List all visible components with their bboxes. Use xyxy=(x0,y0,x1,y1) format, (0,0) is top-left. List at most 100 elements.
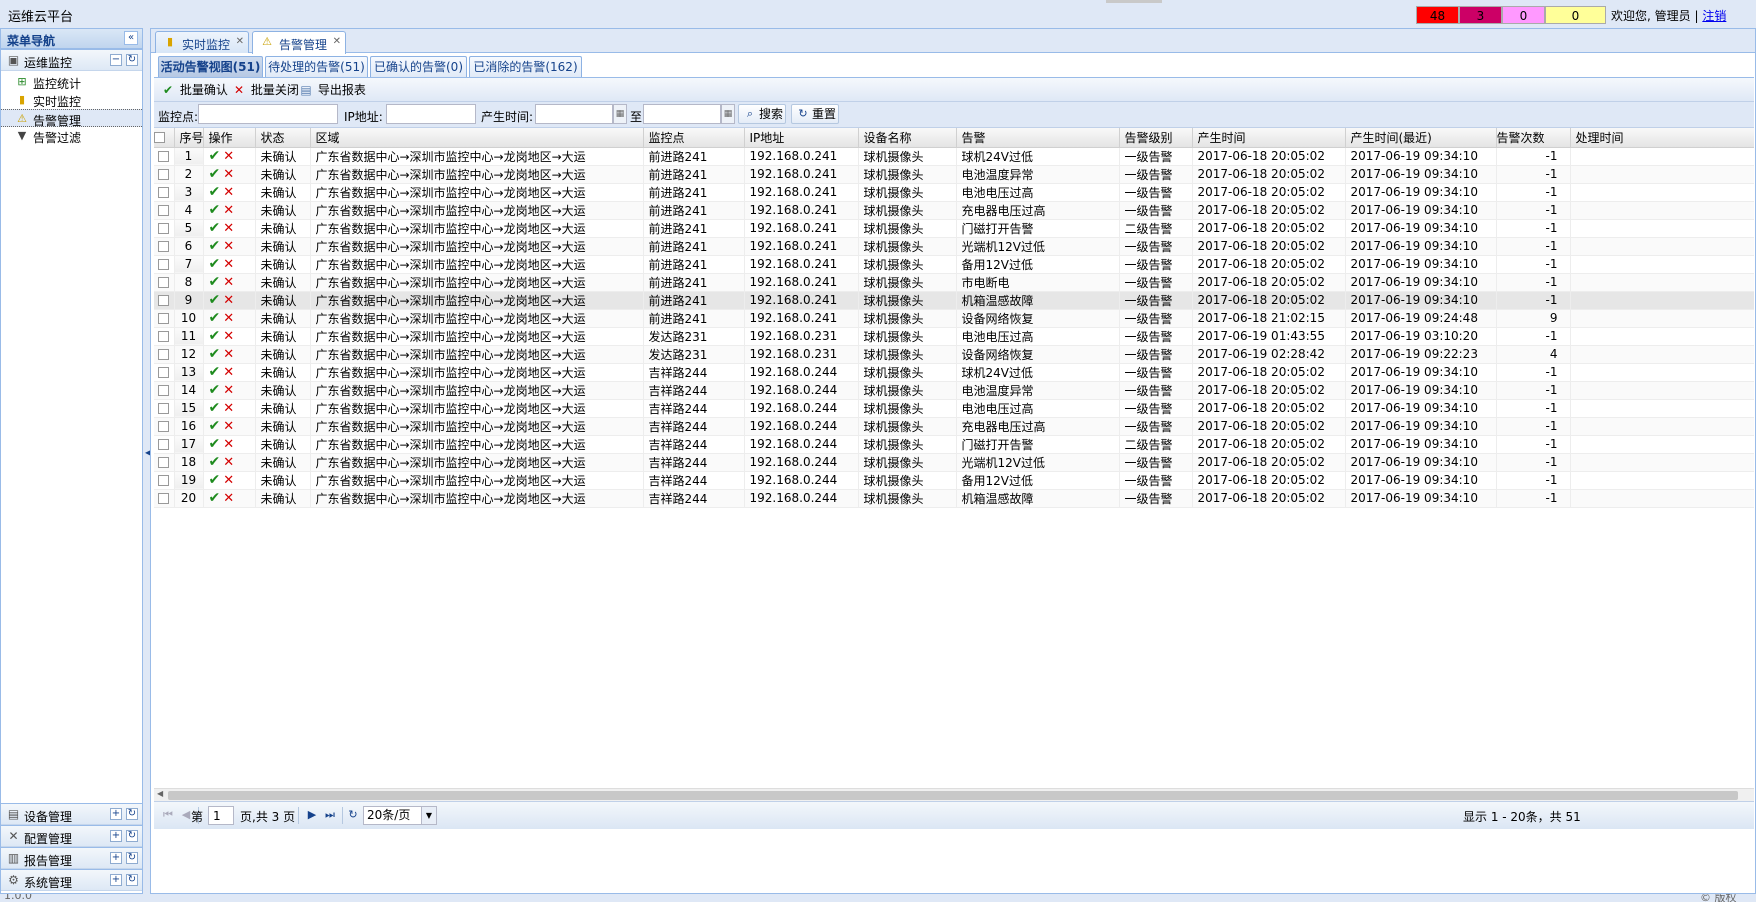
calendar-icon[interactable]: ▦ xyxy=(721,104,735,124)
confirm-check-icon[interactable]: ✔ xyxy=(209,274,221,290)
collapse-sidebar-icon[interactable]: « xyxy=(124,31,138,45)
batch-close-button[interactable]: ✕ 批量关闭 xyxy=(231,81,299,99)
sidebar-splitter[interactable] xyxy=(143,28,150,894)
time-from-input[interactable] xyxy=(535,104,613,124)
close-x-icon[interactable]: ✕ xyxy=(223,491,234,506)
close-x-icon[interactable]: ✕ xyxy=(223,347,234,362)
confirm-check-icon[interactable]: ✔ xyxy=(209,382,221,398)
confirm-check-icon[interactable]: ✔ xyxy=(209,418,221,434)
row-checkbox[interactable] xyxy=(154,453,175,472)
row-checkbox[interactable] xyxy=(154,471,175,490)
close-x-icon[interactable]: ✕ xyxy=(223,419,234,434)
row-checkbox[interactable] xyxy=(154,381,175,400)
close-x-icon[interactable]: ✕ xyxy=(223,257,234,272)
confirm-check-icon[interactable]: ✔ xyxy=(209,400,221,416)
confirm-check-icon[interactable]: ✔ xyxy=(209,292,221,308)
tab-realtime-monitor[interactable]: ▮ 实时监控 ✕ xyxy=(155,31,249,53)
expand-icon[interactable]: + xyxy=(110,874,122,886)
confirm-check-icon[interactable]: ✔ xyxy=(209,364,221,380)
close-icon[interactable]: ✕ xyxy=(236,36,244,47)
table-row[interactable]: 13 ✔ ✕ 未确认 广东省数据中心→深圳市监控中心→龙岗地区→大运 吉祥路244 192.… xyxy=(154,363,1754,382)
severity-critical-count[interactable]: 48 xyxy=(1416,6,1459,24)
expand-icon[interactable]: + xyxy=(110,808,122,820)
close-x-icon[interactable]: ✕ xyxy=(223,455,234,470)
close-x-icon[interactable]: ✕ xyxy=(223,401,234,416)
column-header-no[interactable]: 序号 xyxy=(174,128,204,148)
confirm-check-icon[interactable]: ✔ xyxy=(209,184,221,200)
close-x-icon[interactable]: ✕ xyxy=(223,221,234,236)
close-x-icon[interactable]: ✕ xyxy=(223,383,234,398)
table-row[interactable]: 14 ✔ ✕ 未确认 广东省数据中心→深圳市监控中心→龙岗地区→大运 吉祥路244 192.… xyxy=(154,381,1754,400)
table-row[interactable]: 6 ✔ ✕ 未确认 广东省数据中心→深圳市监控中心→龙岗地区→大运 前进路241 192.1… xyxy=(154,237,1754,256)
close-x-icon[interactable]: ✕ xyxy=(223,203,234,218)
confirm-check-icon[interactable]: ✔ xyxy=(209,256,221,272)
table-row[interactable]: 1 ✔ ✕ 未确认 广东省数据中心→深圳市监控中心→龙岗地区→大运 前进路241 192.1… xyxy=(154,147,1754,166)
refresh-icon[interactable]: ↻ xyxy=(126,852,138,864)
confirm-check-icon[interactable]: ✔ xyxy=(209,490,221,506)
column-header-monitor-point[interactable]: 监控点 xyxy=(643,128,745,148)
column-header-action[interactable]: 操作 xyxy=(203,128,256,148)
sidebar-item-alarm-management[interactable]: ⚠ 告警管理 xyxy=(1,109,142,128)
tab-cleared-alarms[interactable]: 已消除的告警(162) xyxy=(469,56,582,77)
severity-major-count[interactable]: 3 xyxy=(1459,6,1502,24)
row-checkbox[interactable] xyxy=(154,363,175,382)
confirm-check-icon[interactable]: ✔ xyxy=(209,454,221,470)
collapse-icon[interactable]: − xyxy=(110,54,122,66)
sidebar-item-alarm-filter[interactable]: ▼ 告警过滤 xyxy=(1,127,142,145)
close-x-icon[interactable]: ✕ xyxy=(223,311,234,326)
table-row[interactable]: 11 ✔ ✕ 未确认 广东省数据中心→深圳市监控中心→龙岗地区→大运 发达路231 192.… xyxy=(154,327,1754,346)
accordion-system-management[interactable]: ⚙ 系统管理 + ↻ xyxy=(1,869,142,891)
scrollbar-thumb[interactable] xyxy=(168,791,1738,800)
scroll-left-icon[interactable]: ◀ xyxy=(157,789,163,798)
reset-button[interactable]: ↻ 重置 xyxy=(791,104,839,124)
row-checkbox[interactable] xyxy=(154,147,175,166)
accordion-report-management[interactable]: ▥ 报告管理 + ↻ xyxy=(1,847,142,869)
row-checkbox[interactable] xyxy=(154,219,175,238)
column-header-time[interactable]: 产生时间 xyxy=(1192,128,1346,148)
confirm-check-icon[interactable]: ✔ xyxy=(209,166,221,182)
column-header-handled-time[interactable]: 处理时间 xyxy=(1570,128,1754,148)
close-x-icon[interactable]: ✕ xyxy=(223,167,234,182)
row-checkbox[interactable] xyxy=(154,489,175,508)
tab-pending-alarms[interactable]: 待处理的告警(51) xyxy=(265,56,368,77)
row-checkbox[interactable] xyxy=(154,399,175,418)
row-checkbox[interactable] xyxy=(154,201,175,220)
refresh-icon[interactable]: ↻ xyxy=(126,830,138,842)
close-x-icon[interactable]: ✕ xyxy=(223,185,234,200)
row-checkbox[interactable] xyxy=(154,255,175,274)
accordion-config-management[interactable]: ✕ 配置管理 + ↻ xyxy=(1,825,142,847)
table-row[interactable]: 8 ✔ ✕ 未确认 广东省数据中心→深圳市监控中心→龙岗地区→大运 前进路241 192.1… xyxy=(154,273,1754,292)
first-page-icon[interactable]: ⏮ xyxy=(160,807,176,823)
close-x-icon[interactable]: ✕ xyxy=(223,275,234,290)
confirm-check-icon[interactable]: ✔ xyxy=(209,328,221,344)
close-x-icon[interactable]: ✕ xyxy=(223,365,234,380)
tab-confirmed-alarms[interactable]: 已确认的告警(0) xyxy=(370,56,467,77)
column-header-area[interactable]: 区域 xyxy=(310,128,644,148)
row-checkbox[interactable] xyxy=(154,291,175,310)
last-page-icon[interactable]: ⏭ xyxy=(322,807,338,823)
close-x-icon[interactable]: ✕ xyxy=(223,329,234,344)
column-header-alarm[interactable]: 告警 xyxy=(956,128,1120,148)
tab-active-alarms[interactable]: 活动告警视图(51) xyxy=(158,56,263,77)
close-x-icon[interactable]: ✕ xyxy=(223,149,234,164)
severity-warning-count[interactable]: 0 xyxy=(1545,6,1606,24)
row-checkbox[interactable] xyxy=(154,345,175,364)
select-all-checkbox[interactable] xyxy=(154,128,175,148)
accordion-ops-monitor[interactable]: ▣ 运维监控 − ↻ xyxy=(1,49,142,71)
column-header-level[interactable]: 告警级别 xyxy=(1119,128,1193,148)
close-x-icon[interactable]: ✕ xyxy=(223,239,234,254)
expand-icon[interactable]: + xyxy=(110,830,122,842)
column-header-status[interactable]: 状态 xyxy=(255,128,311,148)
table-row[interactable]: 12 ✔ ✕ 未确认 广东省数据中心→深圳市监控中心→龙岗地区→大运 发达路231 192.… xyxy=(154,345,1754,364)
page-number-input[interactable] xyxy=(208,806,234,825)
export-report-button[interactable]: ▤ 导出报表 xyxy=(298,81,366,99)
close-x-icon[interactable]: ✕ xyxy=(223,293,234,308)
table-row[interactable]: 17 ✔ ✕ 未确认 广东省数据中心→深圳市监控中心→龙岗地区→大运 吉祥路244 192.… xyxy=(154,435,1754,454)
column-header-count[interactable]: 告警次数 xyxy=(1496,128,1571,148)
column-header-latest-time[interactable]: 产生时间(最近) xyxy=(1345,128,1497,148)
table-row[interactable]: 9 ✔ ✕ 未确认 广东省数据中心→深圳市监控中心→龙岗地区→大运 前进路241 192.1… xyxy=(154,291,1754,310)
tab-alarm-management[interactable]: ⚠ 告警管理 ✕ xyxy=(252,31,346,54)
confirm-check-icon[interactable]: ✔ xyxy=(209,220,221,236)
confirm-check-icon[interactable]: ✔ xyxy=(209,346,221,362)
confirm-check-icon[interactable]: ✔ xyxy=(209,310,221,326)
